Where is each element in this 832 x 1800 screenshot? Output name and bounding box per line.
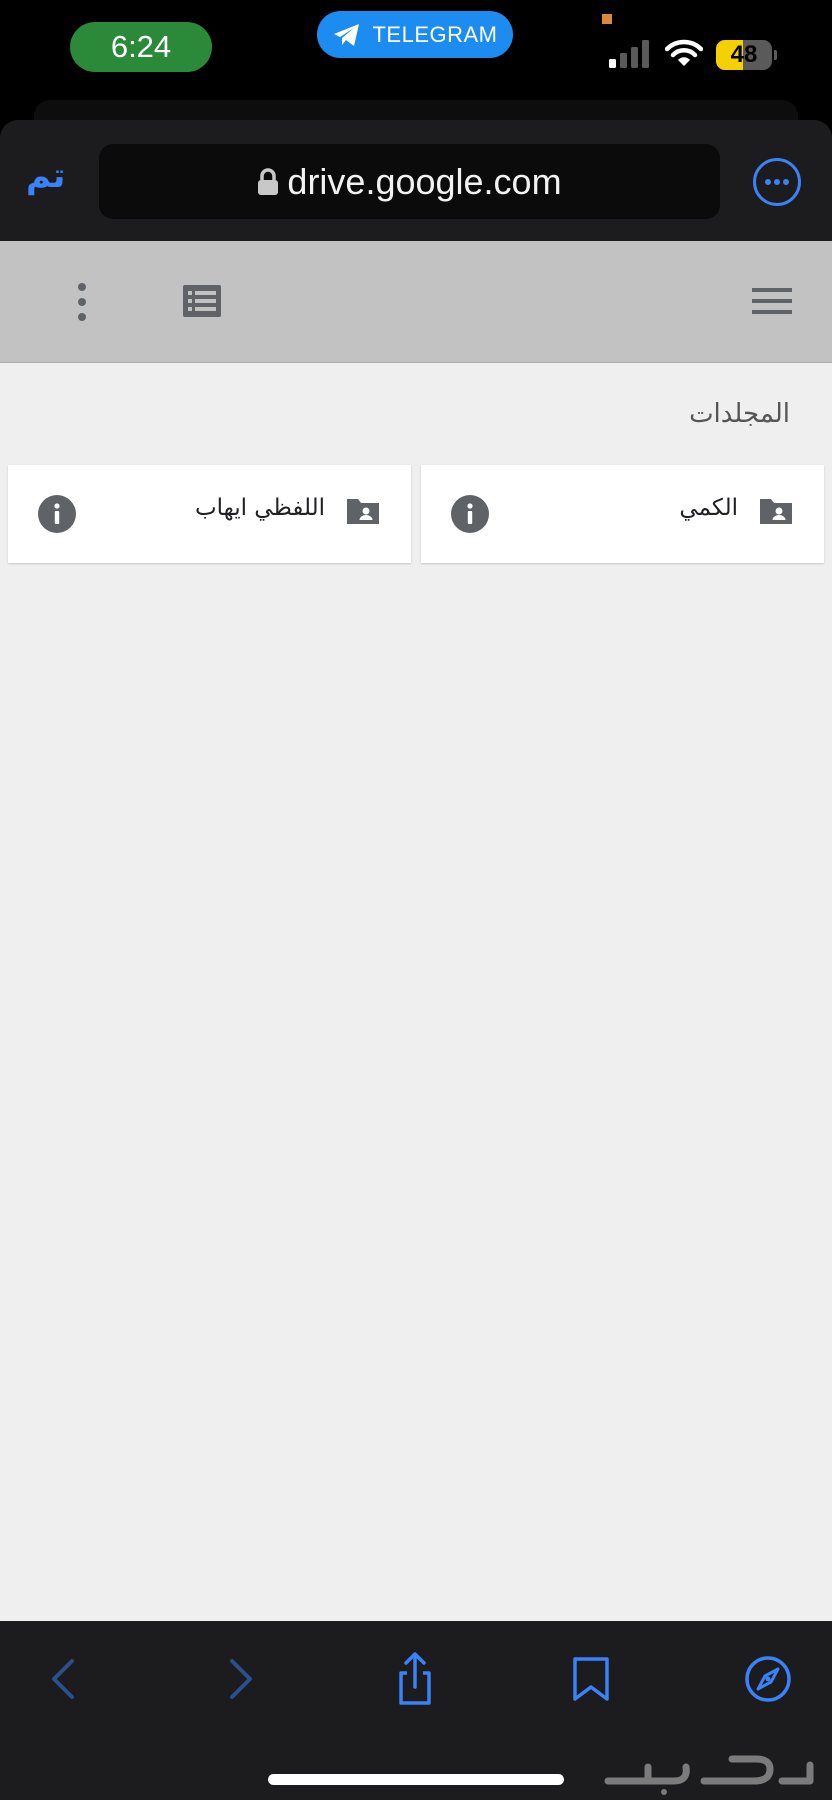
cellular-signal-icon [609,40,649,68]
info-icon[interactable] [450,494,490,534]
done-button[interactable]: تم [26,156,65,196]
folder-name: الكمي [679,495,738,521]
share-button[interactable] [385,1649,445,1709]
home-indicator[interactable] [268,1774,564,1785]
status-time[interactable]: 6:24 [70,22,212,72]
lock-icon [258,167,279,195]
bookmarks-button[interactable] [561,1649,621,1709]
haraj-watermark [604,1755,814,1795]
more-options-button[interactable] [753,158,801,206]
folders-section-title: المجلدات [689,399,790,429]
wifi-icon [665,39,703,66]
forward-button[interactable] [210,1649,270,1709]
telegram-return-pill[interactable]: TELEGRAM [317,11,513,58]
shared-folder-icon [760,499,792,524]
telegram-icon [334,23,360,46]
browser-bottom-toolbar [0,1621,832,1800]
telegram-label: TELEGRAM [372,21,498,47]
hamburger-menu-icon[interactable] [752,285,792,317]
folder-card[interactable]: اللفظي ايهاب [8,465,411,563]
browser-header: تم drive.google.com [0,120,832,241]
tabs-compass-button[interactable] [738,1649,798,1709]
more-icon [765,179,789,185]
compass-icon [745,1656,791,1702]
info-icon[interactable] [37,494,77,534]
back-arrow-icon [52,1659,74,1699]
back-button[interactable] [34,1649,94,1709]
share-icon [399,1652,431,1705]
kebab-menu-icon[interactable] [70,281,94,323]
url-text: drive.google.com [287,160,562,202]
phone-screen: 6:24 TELEGRAM 48 تم drive.google.com الم… [0,0,832,1800]
battery-icon: 48 [716,40,772,70]
privacy-indicator [602,14,612,24]
drive-page: المجلدات الكمي اللفظي ايهاب [0,241,832,1621]
forward-arrow-icon [230,1659,252,1699]
shared-folder-icon [347,499,379,524]
battery-cap [774,50,777,60]
list-view-icon[interactable] [182,284,222,318]
battery-level: 48 [730,41,758,68]
folder-card[interactable]: الكمي [421,465,824,563]
status-bar: 6:24 TELEGRAM 48 [0,0,832,100]
bookmarks-icon [573,1657,609,1701]
drive-toolbar [0,241,832,363]
folder-name: اللفظي ايهاب [194,495,325,521]
address-bar[interactable]: drive.google.com [99,144,720,219]
